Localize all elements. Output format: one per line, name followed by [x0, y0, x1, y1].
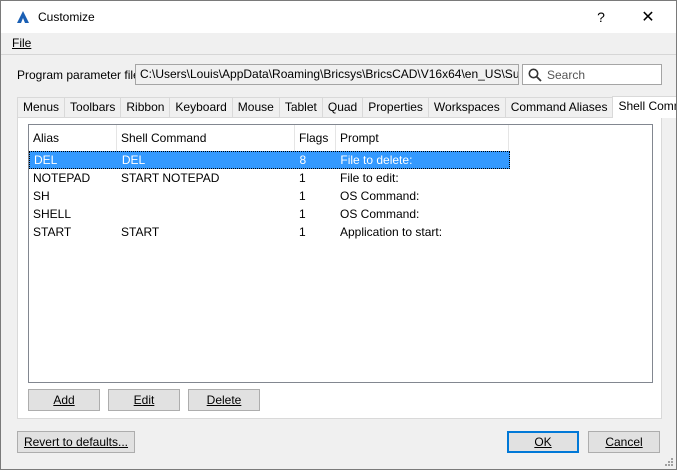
- cell-alias: SH: [33, 189, 50, 203]
- grid-rows: DEL DEL 8 File to delete: NOTEPAD START …: [29, 151, 510, 241]
- cell-prompt: Application to start:: [340, 225, 443, 239]
- ok-button-label: OK: [534, 435, 552, 449]
- ok-button[interactable]: OK: [507, 431, 579, 453]
- search-input[interactable]: [545, 67, 655, 82]
- tab-menus[interactable]: Menus: [17, 97, 66, 117]
- cell-shell-command: DEL: [121, 153, 146, 167]
- cell-flags: 1: [299, 189, 306, 203]
- cell-alias: SHELL: [33, 207, 72, 221]
- tab-strip: Menus Toolbars Ribbon Keyboard Mouse Tab…: [17, 96, 676, 118]
- customize-dialog: Customize ? ✕ File Program parameter fil…: [0, 0, 677, 470]
- edit-button[interactable]: Edit: [108, 389, 180, 411]
- delete-button[interactable]: Delete: [188, 389, 260, 411]
- shell-commands-grid[interactable]: Alias Shell Command Flags Prompt DEL DEL…: [28, 124, 653, 383]
- cell-shell-command: START NOTEPAD: [121, 171, 220, 185]
- revert-to-defaults-button[interactable]: Revert to defaults...: [17, 431, 135, 453]
- cell-prompt: File to delete:: [340, 153, 413, 167]
- cell-flags: 1: [299, 225, 306, 239]
- tab-properties[interactable]: Properties: [362, 97, 429, 117]
- search-box[interactable]: [522, 64, 662, 85]
- program-parameter-field[interactable]: C:\Users\Louis\AppData\Roaming\Bricsys\B…: [135, 64, 519, 85]
- title-bar: Customize ? ✕: [1, 1, 676, 33]
- resize-grip-icon[interactable]: [664, 457, 674, 467]
- cell-flags: 8: [299, 153, 307, 167]
- cancel-button-label: Cancel: [605, 435, 643, 449]
- tab-quad[interactable]: Quad: [321, 97, 364, 117]
- cell-flags: 1: [299, 171, 306, 185]
- cell-prompt: OS Command:: [340, 207, 420, 221]
- bricscad-logo-icon: [17, 11, 29, 23]
- tab-mouse[interactable]: Mouse: [231, 97, 280, 117]
- help-button[interactable]: ?: [579, 1, 623, 33]
- menu-separator: [1, 54, 676, 55]
- edit-button-label: Edit: [133, 393, 155, 407]
- cell-alias: DEL: [34, 153, 58, 167]
- cell-prompt: File to edit:: [340, 171, 399, 185]
- tab-shell-commands[interactable]: Shell Commands: [612, 96, 676, 118]
- tab-keyboard[interactable]: Keyboard: [169, 97, 233, 117]
- table-row[interactable]: SH 1 OS Command:: [29, 187, 510, 205]
- tab-toolbars[interactable]: Toolbars: [64, 97, 122, 117]
- cell-prompt: OS Command:: [340, 189, 420, 203]
- cancel-button[interactable]: Cancel: [588, 431, 660, 453]
- cell-alias: START: [33, 225, 72, 239]
- shell-commands-panel: Alias Shell Command Flags Prompt DEL DEL…: [17, 117, 662, 419]
- column-header-shell-command[interactable]: Shell Command: [117, 125, 295, 151]
- cell-shell-command: [117, 187, 295, 205]
- tab-tablet[interactable]: Tablet: [278, 97, 323, 117]
- menu-file[interactable]: File: [12, 36, 31, 50]
- column-header-prompt[interactable]: Prompt: [336, 125, 509, 151]
- cell-alias: NOTEPAD: [33, 171, 91, 185]
- table-row[interactable]: SHELL 1 OS Command:: [29, 205, 510, 223]
- add-button-label: Add: [53, 393, 75, 407]
- window-title: Customize: [38, 10, 95, 24]
- cell-shell-command: START: [121, 225, 160, 239]
- cell-flags: 1: [299, 207, 306, 221]
- tab-ribbon[interactable]: Ribbon: [120, 97, 171, 117]
- search-icon: [525, 65, 545, 84]
- tab-workspaces[interactable]: Workspaces: [427, 97, 506, 117]
- column-header-flags[interactable]: Flags: [295, 125, 336, 151]
- delete-button-label: Delete: [206, 393, 242, 407]
- grid-header: Alias Shell Command Flags Prompt: [29, 125, 509, 151]
- table-row[interactable]: START START 1 Application to start:: [29, 223, 510, 241]
- add-button[interactable]: Add: [28, 389, 100, 411]
- program-parameter-label: Program parameter file:: [17, 68, 144, 82]
- table-row[interactable]: DEL DEL 8 File to delete:: [29, 151, 510, 169]
- column-header-alias[interactable]: Alias: [29, 125, 117, 151]
- revert-button-label: Revert to defaults...: [23, 435, 129, 449]
- cell-shell-command: [117, 205, 295, 223]
- table-row[interactable]: NOTEPAD START NOTEPAD 1 File to edit:: [29, 169, 510, 187]
- tab-command-aliases[interactable]: Command Aliases: [504, 97, 614, 117]
- menu-bar: File: [1, 33, 676, 53]
- close-button[interactable]: ✕: [626, 1, 670, 33]
